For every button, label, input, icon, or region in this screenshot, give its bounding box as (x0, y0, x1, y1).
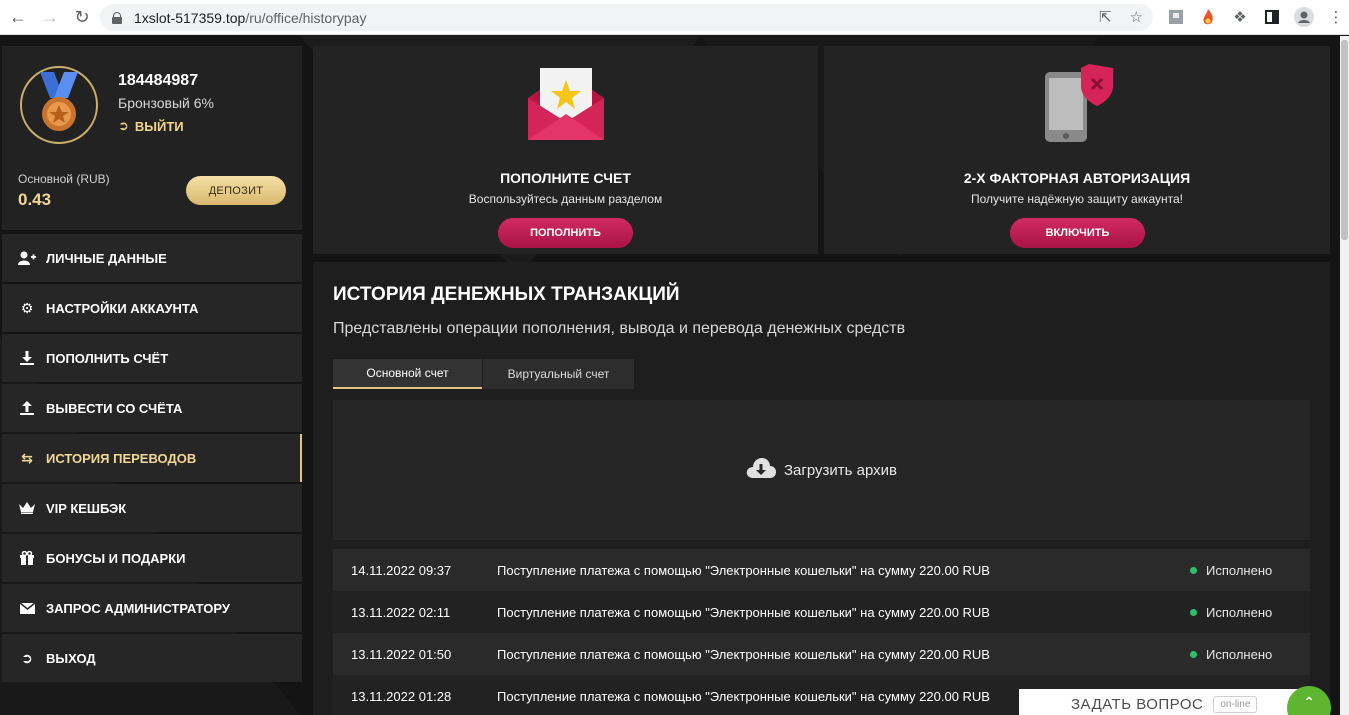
profile-avatar-icon[interactable] (1293, 5, 1315, 29)
transaction-description: Поступление платежа с помощью "Электронн… (497, 604, 990, 620)
tab-main-account[interactable]: Основной счет (333, 359, 482, 389)
page-subtitle: Представлены операции пополнения, вывода… (333, 320, 906, 337)
status-dot-icon (1190, 650, 1197, 658)
page-title: ИСТОРИЯ ДЕНЕЖНЫХ ТРАНЗАКЦИЙ (333, 284, 680, 305)
download-archive-button[interactable]: Загрузить архив (333, 400, 1310, 540)
forward-icon[interactable]: → (36, 3, 64, 31)
deposit-button[interactable]: ДЕПОЗИТ (186, 176, 286, 205)
sidebar-item-vip-cashback[interactable]: VIP КЕШБЭК (2, 484, 302, 532)
status-dot-icon (1190, 608, 1197, 616)
bookmark-star-icon[interactable]: ☆ (1130, 8, 1143, 26)
envelope-icon (18, 599, 36, 617)
user-rank: Бронзовый 6% (118, 95, 214, 111)
balance-label: Основной (RUB) (18, 172, 110, 186)
gift-icon (18, 549, 36, 567)
online-status-badge: on-line (1213, 695, 1258, 713)
two-factor-promo-card: 2-Х ФАКТОРНАЯ АВТОРИЗАЦИЯ Получите надёж… (824, 46, 1330, 254)
lock-icon (112, 11, 122, 24)
balance-value: 0.43 (18, 190, 52, 209)
tab-virtual-account[interactable]: Виртуальный счет (483, 359, 634, 389)
user-plus-icon (18, 249, 36, 267)
cloud-download-icon (746, 457, 776, 483)
top-up-button[interactable]: ПОПОЛНИТЬ (498, 218, 633, 248)
transaction-date: 13.11.2022 01:28 (351, 688, 452, 704)
account-tabs: Основной счет Виртуальный счет (333, 359, 634, 389)
gears-icon: ⚙ (20, 299, 34, 316)
browser-menu-icon[interactable]: ⋮ (1325, 5, 1347, 29)
status-badge: Исполнено (1190, 647, 1310, 662)
transaction-history-panel: ИСТОРИЯ ДЕНЕЖНЫХ ТРАНЗАКЦИЙ Представлены… (313, 262, 1330, 715)
table-row: 13.11.2022 02:11 Поступление платежа с п… (333, 591, 1310, 633)
profile-panel: 184484987 Бронзовый 6% ➲ ВЫЙТИ Основной … (2, 46, 302, 230)
upload-icon (18, 399, 36, 417)
deposit-card-title: ПОПОЛНИТЕ СЧЕТ (500, 170, 631, 186)
table-row: 13.11.2022 01:50 Поступление платежа с п… (333, 633, 1310, 675)
deposit-promo-card: ПОПОЛНИТЕ СЧЕТ Воспользуйтесь данным раз… (313, 46, 818, 254)
transfer-arrows-icon: ⇆ (21, 449, 33, 466)
user-id: 184484987 (118, 72, 199, 89)
extension-avatar-icon[interactable] (1165, 5, 1187, 29)
status-badge: Исполнено (1190, 563, 1310, 578)
twofa-card-subtitle: Получите надёжную защиту аккаунта! (970, 192, 1183, 206)
phone-shield-icon (1037, 64, 1117, 149)
sign-out-icon: ➲ (21, 649, 33, 666)
sidebar-item-logout[interactable]: ➲ ВЫХОД (2, 634, 302, 682)
status-dot-icon (1190, 566, 1197, 574)
crown-icon (18, 499, 36, 517)
download-icon (18, 349, 36, 367)
sidebar-item-personal-data[interactable]: ЛИЧНЫЕ ДАННЫЕ (2, 234, 302, 282)
reload-icon[interactable]: ↻ (68, 3, 96, 31)
transaction-description: Поступление платежа с помощью "Электронн… (497, 646, 990, 662)
transaction-date: 13.11.2022 02:11 (351, 604, 451, 620)
extensions-puzzle-icon[interactable]: ❖ (1229, 5, 1251, 29)
sidebar-item-admin-request[interactable]: ЗАПРОС АДМИНИСТРАТОРУ (2, 584, 302, 632)
sidebar-item-deposit[interactable]: ПОПОЛНИТЬ СЧЁТ (2, 334, 302, 382)
sidebar-menu: ЛИЧНЫЕ ДАННЫЕ ⚙ НАСТРОЙКИ АККАУНТА ПОПОЛ… (2, 234, 302, 684)
url-text: 1xslot-517359.top/ru/office/historypay (134, 9, 367, 26)
transaction-description: Поступление платежа с помощью "Электронн… (497, 562, 990, 578)
enable-2fa-button[interactable]: ВКЛЮЧИТЬ (1010, 218, 1145, 248)
envelope-star-icon (526, 64, 606, 149)
sign-out-icon: ➲ (118, 118, 129, 133)
address-bar[interactable]: 1xslot-517359.top/ru/office/historypay ⇱… (100, 4, 1153, 31)
sidebar-item-account-settings[interactable]: ⚙ НАСТРОЙКИ АККАУНТА (2, 284, 302, 332)
sidebar-item-bonuses[interactable]: БОНУСЫ И ПОДАРКИ (2, 534, 302, 582)
ask-question-label: ЗАДАТЬ ВОПРОС (1071, 695, 1204, 713)
browser-toolbar: ← → ↻ 1xslot-517359.top/ru/office/histor… (0, 0, 1349, 35)
support-chat-widget[interactable]: ЗАДАТЬ ВОПРОС on-line (1019, 689, 1319, 715)
table-row: 14.11.2022 09:37 Поступление платежа с п… (333, 549, 1310, 591)
back-icon[interactable]: ← (4, 3, 32, 31)
side-panel-icon[interactable] (1261, 5, 1283, 29)
status-badge: Исполнено (1190, 605, 1310, 620)
page-scrollbar[interactable] (1340, 36, 1349, 715)
scrollbar-thumb[interactable] (1341, 40, 1348, 240)
deposit-card-subtitle: Воспользуйтесь данным разделом (468, 192, 663, 206)
share-icon[interactable]: ⇱ (1099, 8, 1112, 26)
sidebar-item-withdraw[interactable]: ВЫВЕСТИ СО СЧЁТА (2, 384, 302, 432)
transaction-date: 13.11.2022 01:50 (351, 646, 452, 662)
sidebar-item-transfer-history[interactable]: ⇆ ИСТОРИЯ ПЕРЕВОДОВ (2, 434, 302, 482)
bronze-medal-icon (20, 66, 98, 144)
logout-link[interactable]: ➲ ВЫЙТИ (118, 118, 184, 134)
page-content: 184484987 Бронзовый 6% ➲ ВЫЙТИ Основной … (0, 36, 1340, 715)
twofa-card-title: 2-Х ФАКТОРНАЯ АВТОРИЗАЦИЯ (963, 170, 1191, 186)
transaction-date: 14.11.2022 09:37 (351, 562, 452, 578)
extension-fire-icon[interactable] (1197, 5, 1219, 29)
